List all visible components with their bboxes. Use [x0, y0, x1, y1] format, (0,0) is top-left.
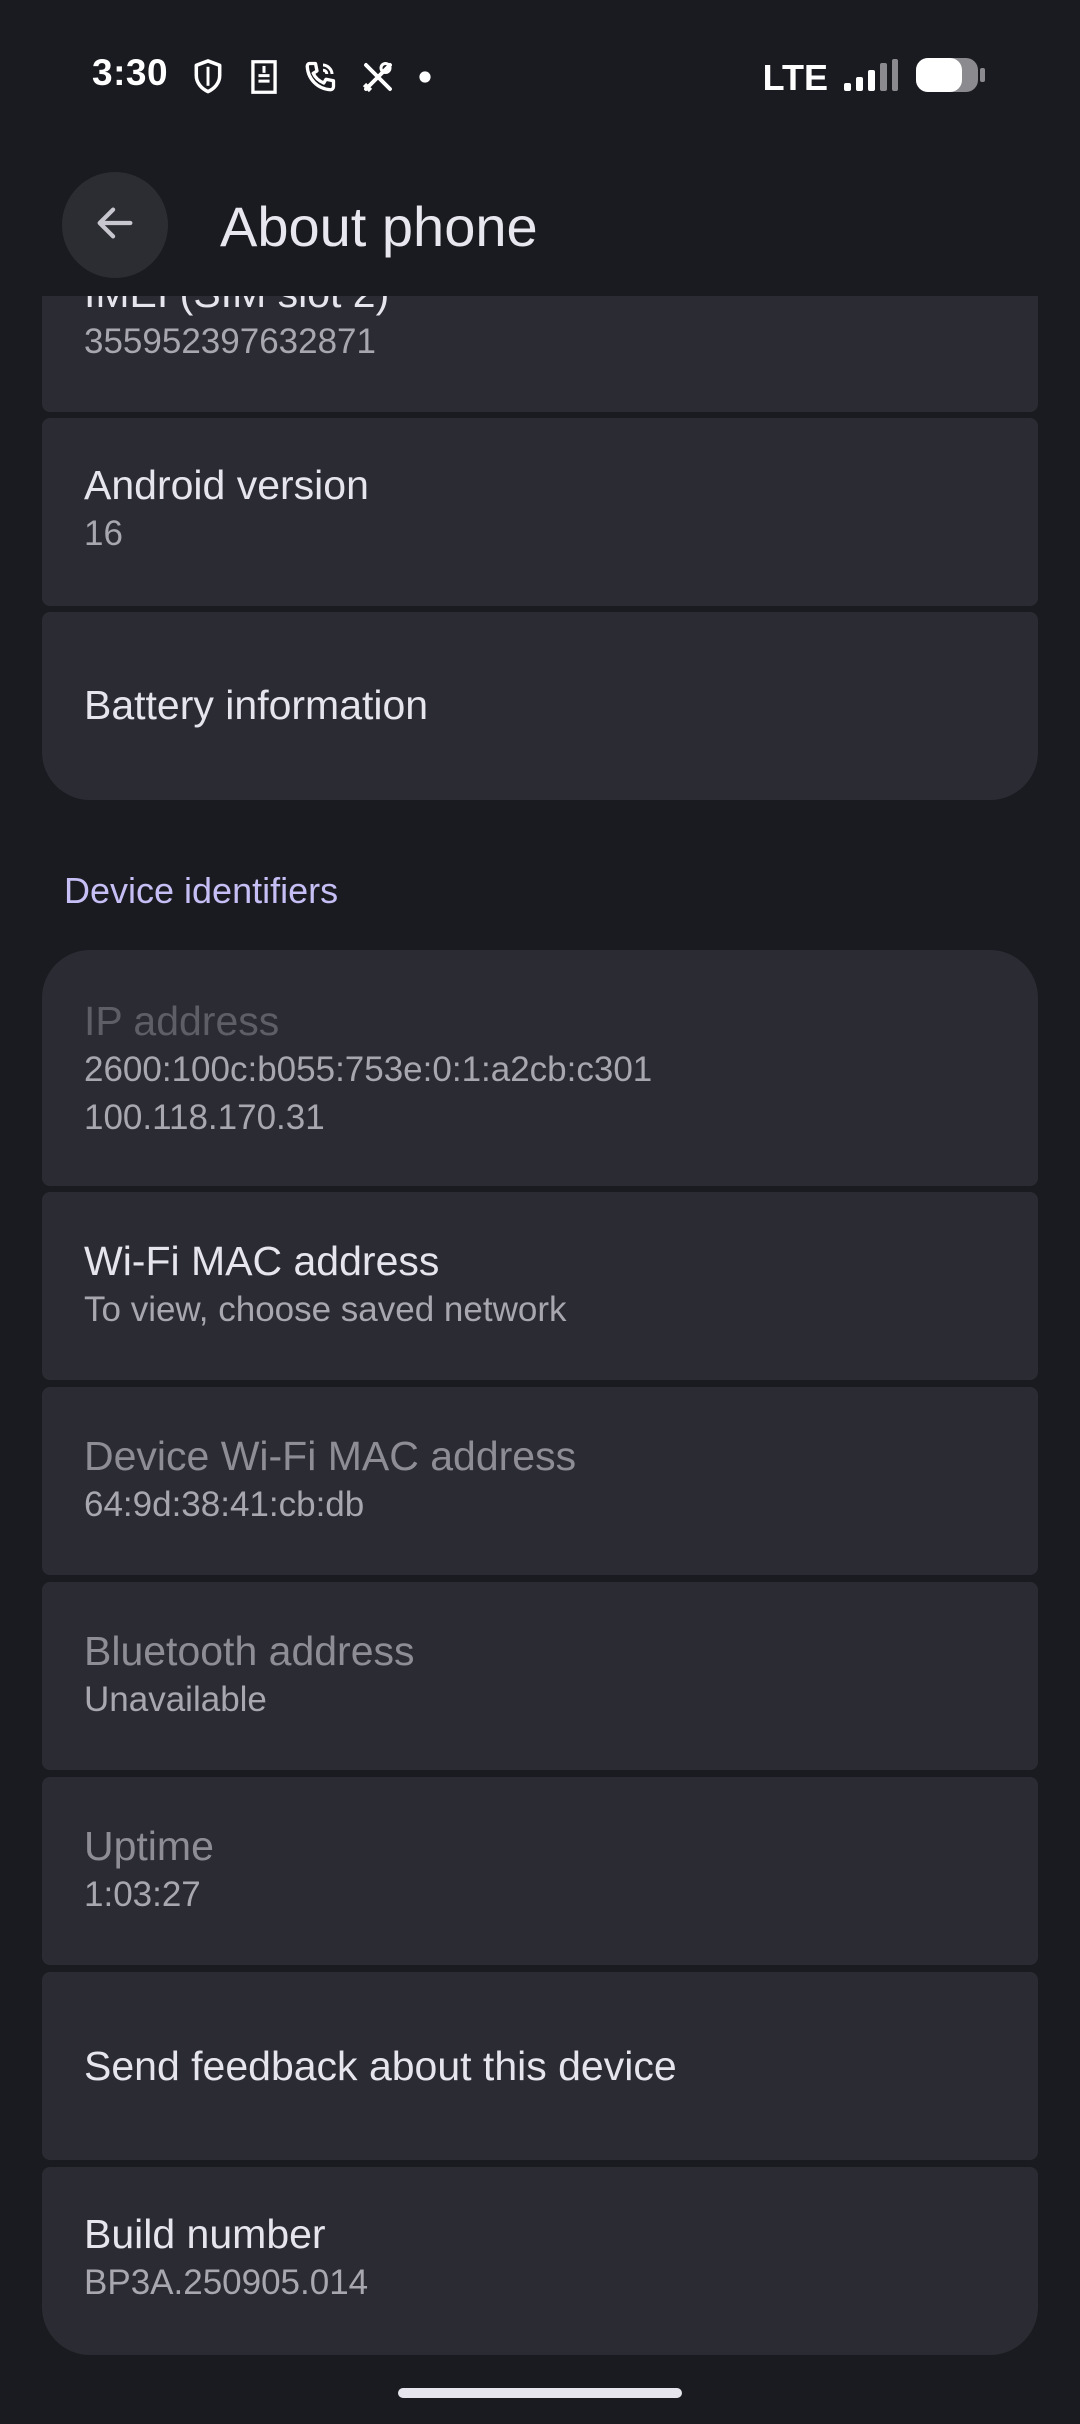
back-button[interactable]	[62, 172, 168, 278]
item-title: Device Wi-Fi MAC address	[84, 1433, 577, 1479]
android-version-item[interactable]: Android version 16	[42, 418, 1038, 606]
battery-information-item[interactable]: Battery information	[42, 612, 1038, 800]
item-title: Android version	[84, 462, 369, 508]
item-subtitle: 355952397632871	[84, 322, 376, 361]
status-bar: 3:30 LTE	[0, 0, 1080, 150]
shield-icon	[190, 58, 226, 96]
page-title: About phone	[220, 195, 538, 258]
item-title: Send feedback about this device	[84, 2043, 677, 2089]
item-subtitle-2: 100.118.170.31	[84, 1098, 325, 1137]
status-notification-icons	[190, 58, 432, 96]
signal-icon	[842, 57, 900, 98]
item-subtitle: 1:03:27	[84, 1875, 201, 1914]
item-subtitle: 2600:100c:b055:753e:0:1:a2cb:c301	[84, 1050, 653, 1089]
uptime-item[interactable]: Uptime 1:03:27	[42, 1777, 1038, 1965]
home-indicator[interactable]	[398, 2388, 682, 2398]
item-subtitle: Unavailable	[84, 1680, 267, 1719]
wifi-calling-icon	[302, 59, 338, 95]
build-number-item[interactable]: Build number BP3A.250905.014	[42, 2167, 1038, 2355]
arrow-back-icon	[92, 200, 138, 251]
item-title: Uptime	[84, 1823, 214, 1869]
wifi-mac-address-item[interactable]: Wi-Fi MAC address To view, choose saved …	[42, 1192, 1038, 1380]
item-subtitle: To view, choose saved network	[84, 1290, 567, 1329]
tools-icon	[360, 59, 396, 95]
status-system-icons: LTE	[763, 56, 988, 99]
battery-icon	[914, 56, 988, 99]
item-subtitle: 64:9d:38:41:cb:db	[84, 1485, 365, 1524]
item-title: Battery information	[84, 682, 429, 728]
item-title: Build number	[84, 2211, 326, 2257]
network-type: LTE	[762, 56, 828, 98]
item-title: Bluetooth address	[84, 1628, 415, 1674]
section-header-device-identifiers: Device identifiers	[64, 870, 339, 911]
send-feedback-item[interactable]: Send feedback about this device	[42, 1972, 1038, 2160]
item-title: IP address	[84, 998, 280, 1044]
item-title: Wi-Fi MAC address	[84, 1238, 440, 1284]
status-time: 3:30	[92, 52, 169, 93]
device-wifi-mac-address-item[interactable]: Device Wi-Fi MAC address 64:9d:38:41:cb:…	[42, 1387, 1038, 1575]
item-subtitle: BP3A.250905.014	[84, 2263, 369, 2302]
sd-card-icon	[248, 59, 280, 95]
dot-icon	[418, 70, 432, 84]
bluetooth-address-item[interactable]: Bluetooth address Unavailable	[42, 1582, 1038, 1770]
ip-address-item[interactable]: IP address 2600:100c:b055:753e:0:1:a2cb:…	[42, 950, 1038, 1186]
item-subtitle: 16	[84, 514, 123, 553]
app-bar: About phone	[0, 150, 1080, 296]
